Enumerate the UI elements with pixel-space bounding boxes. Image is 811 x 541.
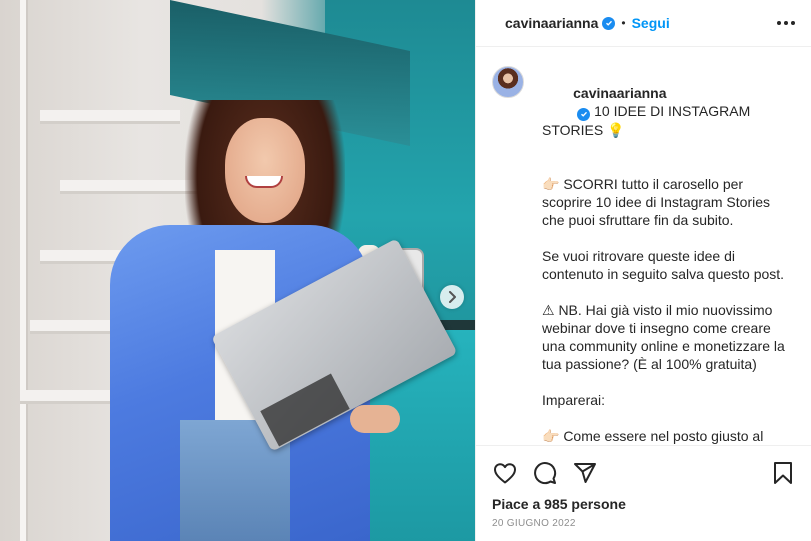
heart-icon <box>494 463 516 484</box>
post-header: cavinaarianna • Segui <box>476 0 811 47</box>
share-button[interactable] <box>572 460 598 486</box>
action-icons <box>492 460 796 486</box>
caption-line: ⚠ NB. Hai già visto il mio nuovissimo we… <box>542 301 789 372</box>
caption-separator: ⠀⠀⠀⠀⠀⠀⠀⠀⠀⠀⠀⠀ <box>542 411 639 424</box>
avatar[interactable] <box>492 66 524 98</box>
carousel-next-button[interactable] <box>440 285 464 309</box>
comment-icon <box>534 462 557 485</box>
caption-line: Se vuoi ritrovare queste idee di contenu… <box>542 247 785 282</box>
caption-username[interactable]: cavinaarianna <box>573 85 666 101</box>
verified-badge-icon <box>602 16 616 30</box>
post-actions: Piace a 985 persone 20 GIUGNO 2022 <box>476 445 811 541</box>
comment-button[interactable] <box>532 460 558 486</box>
caption-separator: ⠀⠀⠀⠀⠀⠀⠀⠀⠀⠀⠀⠀ <box>542 285 639 298</box>
likes-count[interactable]: Piace a 985 persone <box>492 496 796 512</box>
chevron-right-icon <box>449 291 456 303</box>
verified-badge-icon <box>577 107 591 121</box>
caption-separator: ⠀⠀⠀⠀⠀⠀⠀⠀⠀⠀⠀⠀ <box>542 159 639 172</box>
post-date[interactable]: 20 GIUGNO 2022 <box>492 518 796 529</box>
caption-line: 👉🏻 Come essere nel posto giusto al momen… <box>542 427 764 444</box>
caption-area[interactable]: cavinaarianna 10 IDEE DI INSTAGRAM STORI… <box>476 48 811 445</box>
post-side-panel: cavinaarianna • Segui cavinaarianna 10 I… <box>475 0 811 541</box>
post-image[interactable] <box>0 0 475 541</box>
caption-line: 10 IDEE DI INSTAGRAM STORIES 💡 <box>542 103 755 138</box>
person-face <box>225 118 305 223</box>
caption-line: 👉🏻 SCORRI tutto il carosello per scoprir… <box>542 175 774 228</box>
bookmark-icon <box>774 462 792 484</box>
caption-separator: ⠀⠀⠀⠀⠀⠀⠀⠀⠀⠀⠀⠀ <box>542 375 639 388</box>
separator-dot: • <box>621 16 626 30</box>
save-button[interactable] <box>770 460 796 486</box>
caption-text: cavinaarianna 10 IDEE DI INSTAGRAM STORI… <box>542 66 786 445</box>
person-hand <box>350 405 400 433</box>
follow-button[interactable]: Segui <box>632 15 670 31</box>
person-smile <box>245 176 283 188</box>
staircase-rail <box>20 0 28 541</box>
like-button[interactable] <box>492 460 518 486</box>
caption-line: Imparerai: <box>542 391 606 408</box>
more-options-icon[interactable] <box>777 15 795 31</box>
header-username[interactable]: cavinaarianna <box>505 15 598 31</box>
share-icon <box>574 463 596 483</box>
caption-separator: ⠀⠀⠀⠀⠀⠀⠀⠀⠀⠀⠀⠀ <box>542 231 639 244</box>
stair-step <box>40 110 180 124</box>
stair-step <box>60 180 200 194</box>
